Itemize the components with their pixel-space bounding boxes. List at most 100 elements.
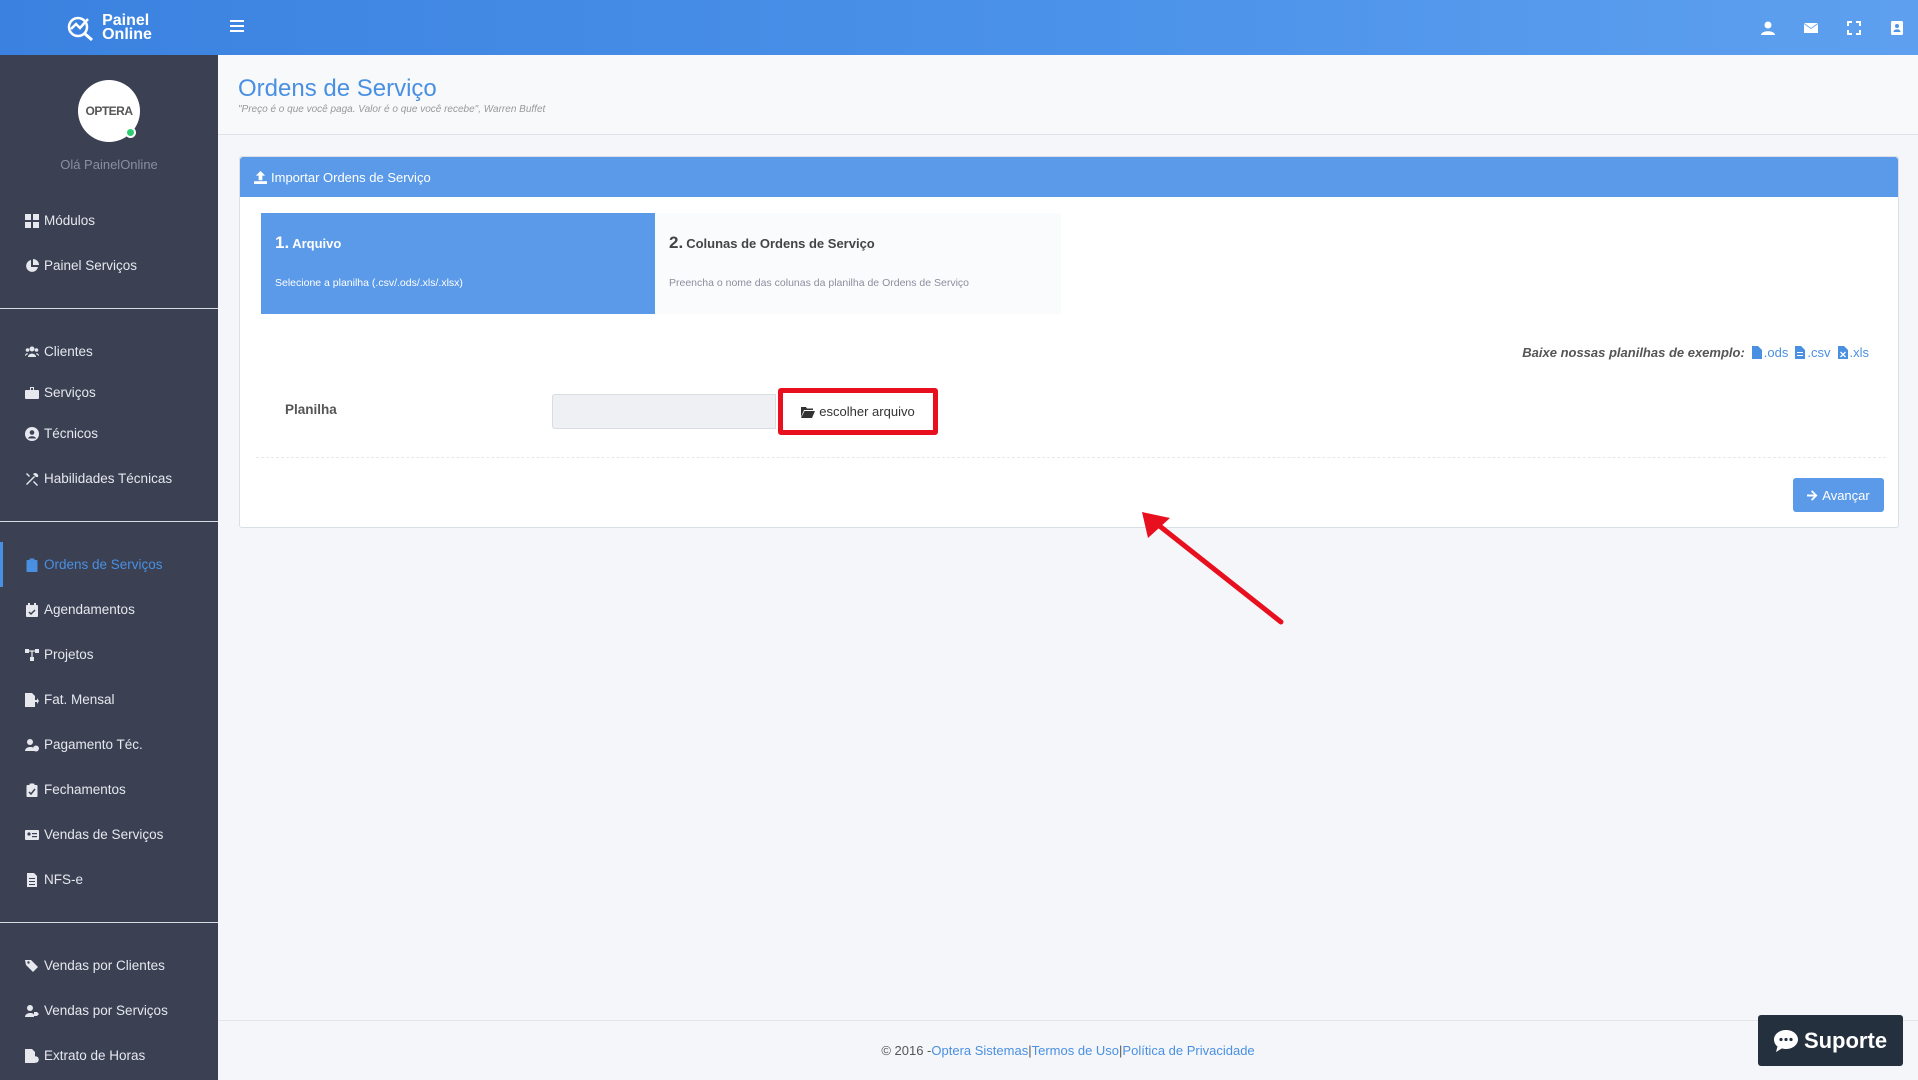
panel-heading-text: Importar Ordens de Serviço <box>271 169 431 185</box>
folder-open-icon <box>801 406 816 418</box>
download-xls-label: .xls <box>1849 345 1870 360</box>
footer: © 2016 - Optera Sistemas | Termos de Uso… <box>218 1020 1918 1080</box>
user-clock-icon <box>25 738 39 751</box>
profile-block: OPTERA Olá PainelOnline <box>0 55 218 180</box>
sidebar-item-label: Vendas de Serviços <box>44 827 164 842</box>
sidebar-item-label: Fat. Mensal <box>44 692 115 707</box>
footer-privacy-link[interactable]: Política de Privacidade <box>1122 1043 1254 1058</box>
sidebar-divider <box>0 521 218 522</box>
tools-icon <box>26 472 39 486</box>
footer-terms-link[interactable]: Termos de Uso <box>1032 1043 1119 1058</box>
field-label-planilha: Planilha <box>285 402 337 417</box>
file-export-icon <box>25 692 39 707</box>
sidebar-item-nfs-e[interactable]: NFS-e <box>0 857 218 902</box>
choose-file-label: escolher arquivo <box>819 404 915 419</box>
sidebar-item-projetos[interactable]: Projetos <box>0 632 218 677</box>
sitemap-icon <box>25 648 39 661</box>
sidebar-item-habilidades-tecnicas[interactable]: Habilidades Técnicas <box>0 456 218 501</box>
arrow-right-icon <box>1807 489 1818 501</box>
online-status-indicator <box>125 127 136 138</box>
step-description: Preencha o nome das colunas da planilha … <box>669 277 970 289</box>
download-csv-link[interactable]: .csv <box>1795 345 1831 360</box>
form-divider <box>256 457 1886 458</box>
sidebar-item-agendamentos[interactable]: Agendamentos <box>0 587 218 632</box>
avatar-logo-text: OPTERA <box>85 104 133 118</box>
wizard-step-arquivo[interactable]: 1. Arquivo Selecione a planilha (.csv/.o… <box>261 213 655 314</box>
sidebar-item-modulos[interactable]: Módulos <box>0 198 218 243</box>
step-number: 1. <box>275 233 290 252</box>
sidebar-item-fat-mensal[interactable]: Fat. Mensal <box>0 677 218 722</box>
file-path-input[interactable] <box>552 394 776 429</box>
footer-copyright: © 2016 - <box>881 1043 932 1058</box>
sidebar-item-painel-servicos[interactable]: Painel Serviços <box>0 243 218 288</box>
annotation-arrow <box>1142 512 1284 625</box>
sidebar-item-fechamentos[interactable]: Fechamentos <box>0 767 218 812</box>
sidebar-divider <box>0 308 218 309</box>
calendar-check-icon <box>26 602 38 617</box>
downloads-label: Baixe nossas planilhas de exemplo: <box>1522 345 1745 360</box>
page-title: Ordens de Serviço <box>238 75 437 102</box>
next-button[interactable]: Avançar <box>1793 478 1884 512</box>
sidebar-item-label: Vendas por Serviços <box>44 1003 168 1018</box>
sidebar-item-label: Vendas por Clientes <box>44 958 165 973</box>
download-csv-label: .csv <box>1807 345 1831 360</box>
top-bar: Painel Online <box>0 0 1918 55</box>
file-clock-icon <box>25 1048 39 1063</box>
fullscreen-icon[interactable] <box>1832 0 1875 55</box>
choose-file-button[interactable]: escolher arquivo <box>801 404 915 419</box>
sidebar-item-label: Pagamento Téc. <box>44 737 143 752</box>
pie-chart-icon <box>26 258 39 272</box>
sidebar-item-label: Agendamentos <box>44 602 135 617</box>
sidebar: OPTERA Olá PainelOnline Módulos Painel S… <box>0 55 218 1080</box>
sidebar-item-vendas-por-clientes[interactable]: Vendas por Clientes <box>0 943 218 988</box>
envelope-icon[interactable] <box>1789 0 1832 55</box>
sidebar-item-label: Clientes <box>44 344 93 359</box>
user-tag-icon <box>25 1004 39 1017</box>
sidebar-item-pagamento-tec[interactable]: Pagamento Téc. <box>0 722 218 767</box>
sidebar-item-label: Painel Serviços <box>44 258 138 273</box>
file-text-icon <box>1795 346 1806 359</box>
sidebar-item-servicos[interactable]: Serviços <box>0 374 218 411</box>
download-xls-link[interactable]: .xls <box>1837 345 1870 360</box>
import-panel: Importar Ordens de Serviço 1. Arquivo Se… <box>239 156 1899 528</box>
file-text-icon <box>27 872 37 887</box>
chart-logo-icon <box>67 16 94 41</box>
sidebar-item-label: Extrato de Horas <box>44 1048 146 1063</box>
sidebar-item-extrato-de-horas[interactable]: Extrato de Horas <box>0 1033 218 1078</box>
support-label: Suporte <box>1803 1027 1888 1053</box>
brand-line2: Online <box>102 25 152 43</box>
sidebar-item-label: Ordens de Serviços <box>44 557 163 572</box>
sidebar-item-clientes[interactable]: Clientes <box>0 329 218 374</box>
tags-icon <box>25 959 38 972</box>
download-ods-link[interactable]: .ods <box>1751 345 1789 360</box>
download-ods-label: .ods <box>1763 345 1789 360</box>
grid-icon <box>25 213 39 228</box>
panel-heading: Importar Ordens de Serviço <box>240 157 1898 197</box>
sidebar-item-label: NFS-e <box>44 872 84 887</box>
file-excel-icon <box>1837 346 1848 359</box>
sidebar-item-vendas-de-servicos[interactable]: Vendas de Serviços <box>0 812 218 857</box>
sidebar-item-ordens-de-servicos[interactable]: Ordens de Serviços <box>0 542 218 587</box>
highlight-box: escolher arquivo <box>778 388 938 435</box>
address-book-icon[interactable] <box>1875 0 1918 55</box>
user-icon[interactable] <box>1746 0 1789 55</box>
sidebar-divider <box>0 922 218 923</box>
support-button[interactable]: Suporte <box>1758 1015 1903 1066</box>
greeting-text: Olá PainelOnline <box>60 157 158 172</box>
page-quote: "Preço é o que você paga. Valor é o que … <box>238 104 546 115</box>
step-description: Selecione a planilha (.csv/.ods/.xls/.xl… <box>275 277 463 289</box>
id-card-icon <box>25 829 39 840</box>
wizard-step-colunas[interactable]: 2. Colunas de Ordens de Serviço Preencha… <box>655 213 1061 314</box>
step-number: 2. <box>669 233 684 252</box>
menu-toggle-icon[interactable] <box>230 16 248 38</box>
sidebar-item-vendas-por-servicos[interactable]: Vendas por Serviços <box>0 988 218 1033</box>
brand-logo[interactable]: Painel Online <box>0 0 218 55</box>
wizard-steps: 1. Arquivo Selecione a planilha (.csv/.o… <box>261 213 1061 314</box>
footer-company-link[interactable]: Optera Sistemas <box>931 1043 1028 1058</box>
sidebar-item-tecnicos[interactable]: Técnicos <box>0 411 218 456</box>
sidebar-item-label: Projetos <box>44 647 94 662</box>
users-icon <box>25 346 39 357</box>
file-icon <box>1751 346 1762 359</box>
sidebar-item-label: Módulos <box>44 213 96 228</box>
avatar[interactable]: OPTERA <box>78 80 140 142</box>
